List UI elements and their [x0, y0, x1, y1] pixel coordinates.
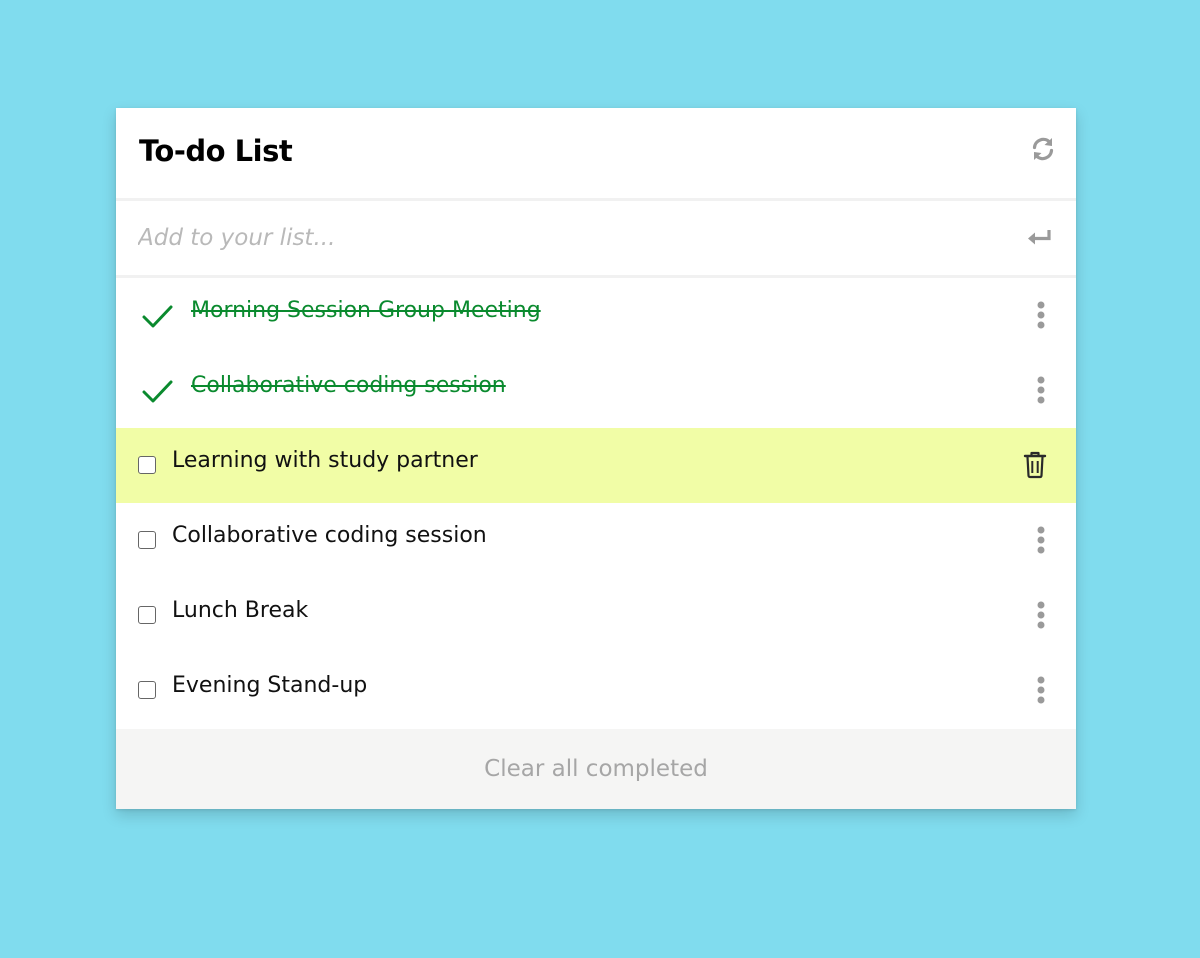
- item-checkbox[interactable]: [138, 606, 156, 624]
- add-item-input[interactable]: [136, 215, 1000, 261]
- item-menu-button[interactable]: [1034, 375, 1048, 407]
- item-checkbox[interactable]: [138, 531, 156, 549]
- refresh-icon: [1032, 137, 1054, 161]
- list-item: Lunch Break: [116, 578, 1076, 653]
- add-item-button[interactable]: [1026, 226, 1054, 250]
- item-text-completed: Collaborative coding session: [191, 373, 506, 398]
- more-vertical-icon: [1037, 376, 1045, 404]
- clear-completed-button[interactable]: Clear all completed: [116, 729, 1076, 809]
- item-text: Evening Stand-up: [172, 673, 368, 698]
- footer: Clear all completed: [116, 729, 1076, 809]
- item-text: Collaborative coding session: [172, 523, 487, 548]
- list-item-hovered: Learning with study partner: [116, 428, 1076, 503]
- item-menu-button[interactable]: [1034, 675, 1048, 707]
- todo-list: Morning Session Group Meeting Collaborat…: [116, 278, 1076, 728]
- delete-button[interactable]: [1022, 450, 1048, 480]
- add-row: [116, 201, 1076, 278]
- list-item: Collaborative coding session: [116, 503, 1076, 578]
- refresh-button[interactable]: [1029, 135, 1057, 163]
- checkmark-icon: [142, 380, 173, 403]
- list-item: Collaborative coding session: [116, 353, 1076, 428]
- header: To-do List: [116, 108, 1076, 201]
- list-item: Evening Stand-up: [116, 653, 1076, 728]
- more-vertical-icon: [1037, 526, 1045, 554]
- more-vertical-icon: [1037, 601, 1045, 629]
- completed-toggle[interactable]: [141, 377, 175, 407]
- item-text: Lunch Break: [172, 598, 309, 623]
- item-checkbox[interactable]: [138, 681, 156, 699]
- item-checkbox[interactable]: [138, 456, 156, 474]
- more-vertical-icon: [1037, 676, 1045, 704]
- item-text-completed: Morning Session Group Meeting: [191, 298, 541, 323]
- item-text: Learning with study partner: [172, 448, 478, 473]
- completed-toggle[interactable]: [141, 302, 175, 332]
- enter-icon: [1028, 230, 1051, 245]
- item-menu-button[interactable]: [1034, 300, 1048, 332]
- more-vertical-icon: [1037, 301, 1045, 329]
- trash-icon: [1023, 451, 1047, 479]
- checkmark-icon: [142, 305, 173, 328]
- item-menu-button[interactable]: [1034, 600, 1048, 632]
- page-title: To-do List: [139, 134, 293, 168]
- todo-card: To-do List Morning: [116, 108, 1076, 809]
- list-item: Morning Session Group Meeting: [116, 278, 1076, 353]
- item-menu-button[interactable]: [1034, 525, 1048, 557]
